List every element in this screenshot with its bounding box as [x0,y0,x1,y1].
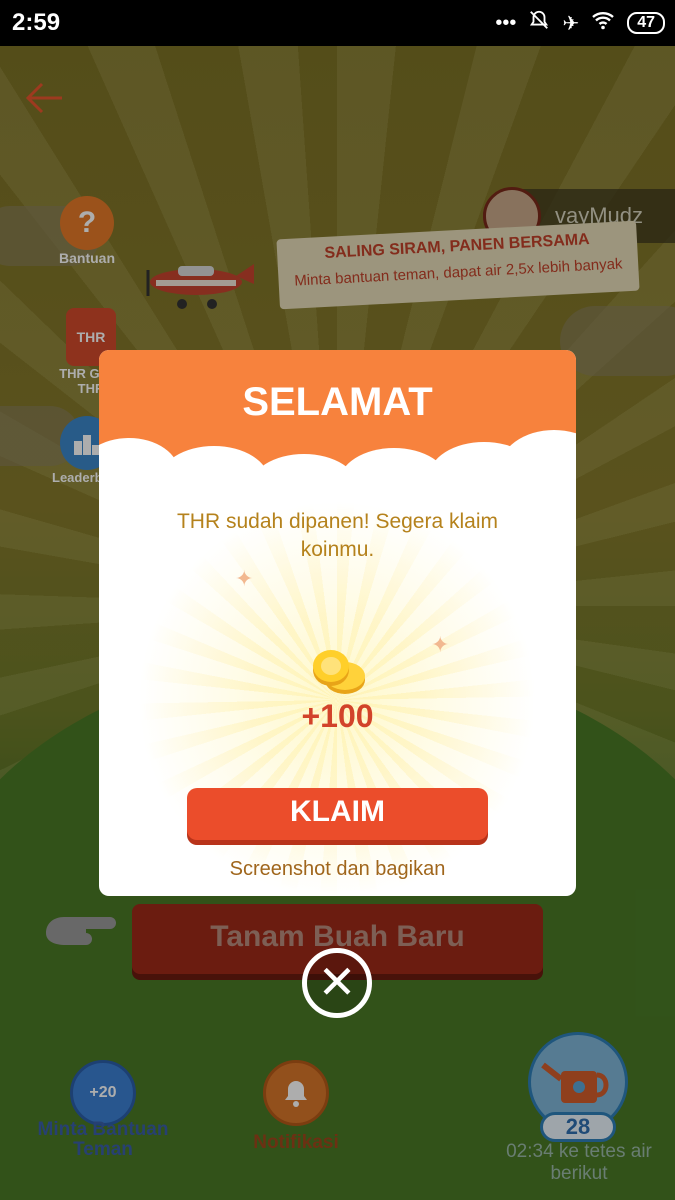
screenshot-share-link[interactable]: Screenshot dan bagikan [99,858,576,881]
more-dots-icon: ••• [495,11,517,34]
status-bar: 2:59 ••• ✈ 47 [0,0,675,46]
coins-icon [307,646,369,698]
status-time: 2:59 [12,9,61,36]
modal-message: THR sudah dipanen! Segera klaim koinmu. [176,510,498,561]
close-icon: ✕ [317,956,357,1008]
status-icons: ••• ✈ 47 [495,8,665,38]
sparkle-icon: ✦ [431,632,450,657]
sparkle-icon: ✦ [235,566,254,591]
battery-indicator: 47 [627,12,665,34]
wifi-icon [591,10,615,36]
bell-off-icon [528,9,550,37]
modal-title: SELAMAT [242,380,433,424]
claim-button[interactable]: KLAIM [187,788,488,840]
airplane-icon: ✈ [562,12,580,35]
reward-amount: +100 [301,698,374,734]
congrats-modal: SELAMAT THR sudah dipanen! Segera klaim … [99,350,576,896]
close-modal-button[interactable]: ✕ [302,948,372,1018]
